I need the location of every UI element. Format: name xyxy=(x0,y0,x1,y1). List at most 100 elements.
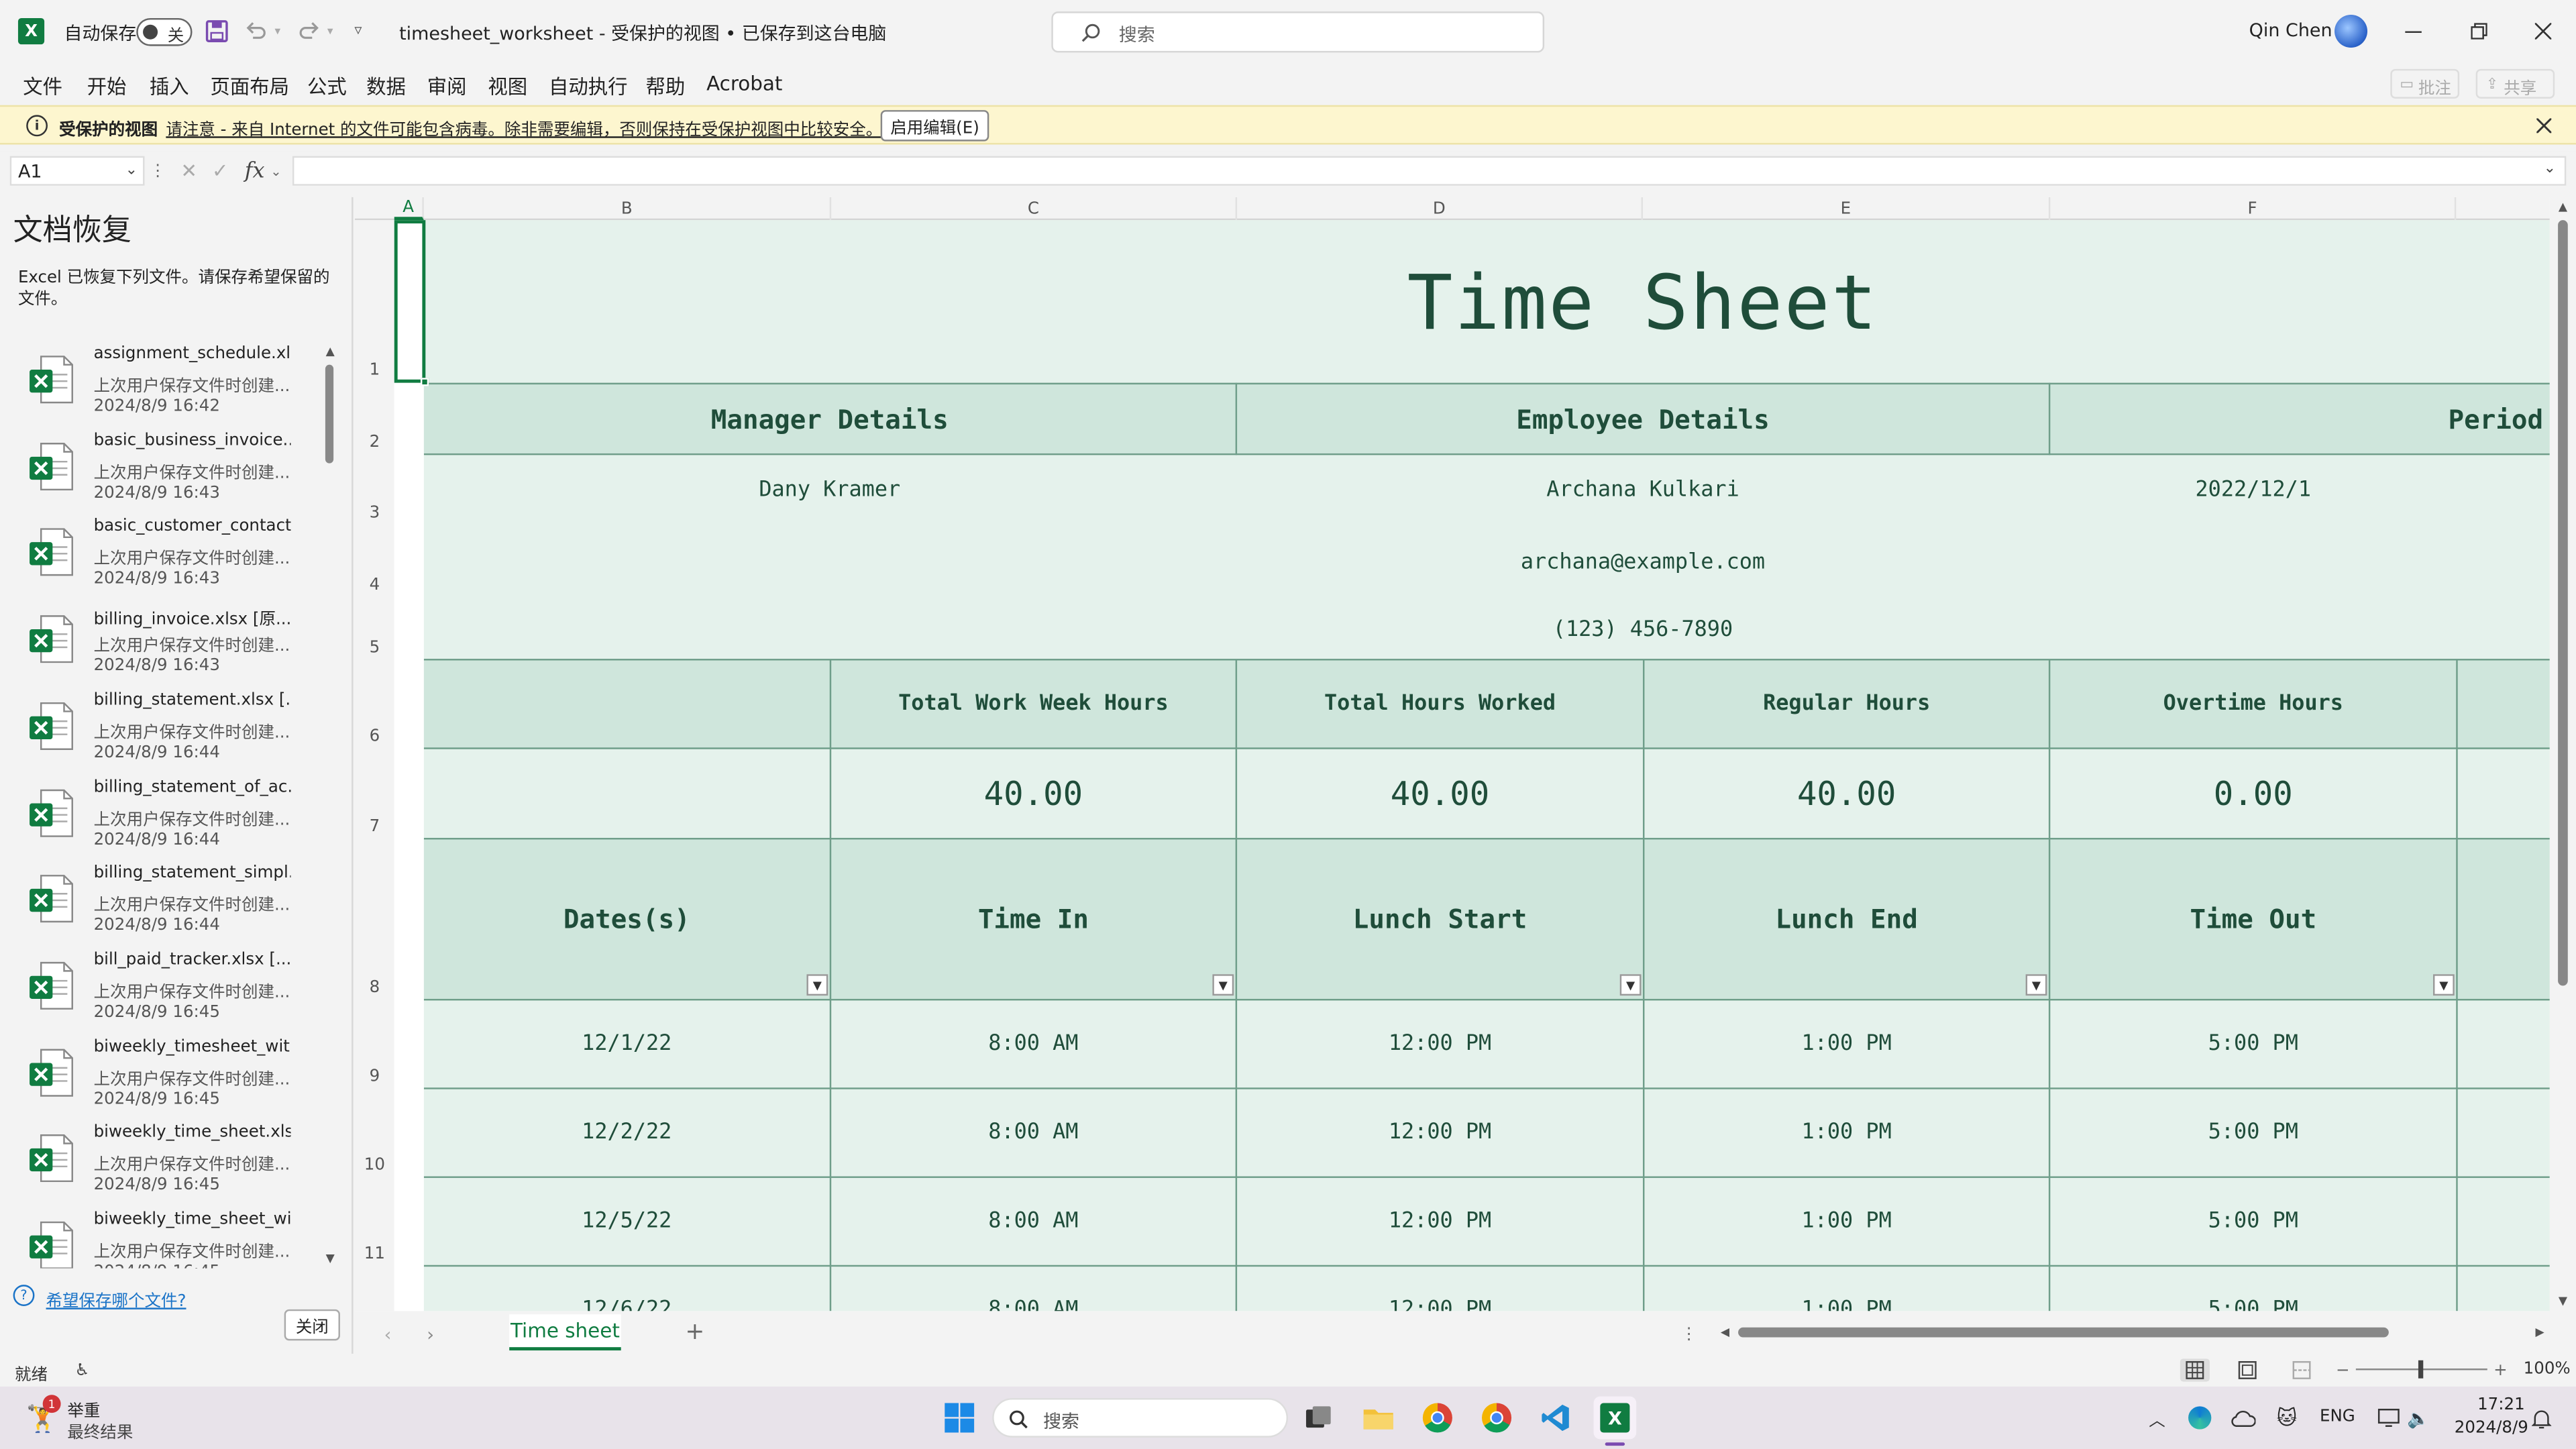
restore-icon[interactable] xyxy=(2464,16,2493,46)
table-cell-time-out[interactable]: 5:00 PM xyxy=(2050,1000,2456,1087)
scrollbar-thumb[interactable] xyxy=(325,364,334,464)
recovery-file-item[interactable]: basic_customer_contact... 上次用户保存文件时创建... 2… xyxy=(0,518,321,605)
summary-value[interactable]: 40.00 xyxy=(1644,749,2048,838)
table-cell-lunch-start[interactable]: 12:00 PM xyxy=(1237,1000,1643,1087)
table-header-time-out[interactable]: Time Out xyxy=(2050,839,2456,999)
scrollbar-thumb[interactable] xyxy=(2558,220,2568,986)
search-input[interactable]: 搜索 xyxy=(1051,11,1545,53)
row-header-6[interactable]: 6 xyxy=(355,660,394,749)
widget-subtitle[interactable]: 最终结果 xyxy=(67,1417,133,1442)
check-icon[interactable]: ✓ xyxy=(209,160,231,182)
name-box[interactable]: A1 ⌄ xyxy=(9,156,145,186)
chrome-icon[interactable] xyxy=(1416,1397,1459,1440)
formula-input[interactable] xyxy=(292,156,2567,186)
column-header-e[interactable]: E xyxy=(1643,197,2051,221)
zoom-level[interactable]: 100% xyxy=(2524,1360,2571,1379)
vscode-icon[interactable] xyxy=(1534,1397,1577,1440)
row-header-11[interactable]: 11 xyxy=(355,1178,394,1267)
taskbar-search-input[interactable]: 搜索 xyxy=(992,1398,1289,1438)
vertical-scrollbar[interactable]: ▲ ▼ xyxy=(2549,197,2576,1311)
summary-header[interactable]: Total Work Week Hours xyxy=(831,660,1235,747)
excel-taskbar-icon[interactable]: X xyxy=(1593,1396,1637,1440)
table-cell-lunch-end[interactable]: 1:00 PM xyxy=(1644,1267,2048,1311)
recovery-file-item[interactable]: assignment_schedule.xl... 上次用户保存文件时创建... 2… xyxy=(0,345,321,432)
manager-details-header[interactable]: Manager Details xyxy=(424,384,1236,453)
table-header-dates[interactable]: Dates(s) xyxy=(424,839,830,999)
row-header-2[interactable]: 2 xyxy=(355,383,394,455)
chevron-right-icon[interactable]: › xyxy=(421,1322,440,1345)
table-cell-lunch-end[interactable]: 1:00 PM xyxy=(1644,1089,2048,1177)
tab-review[interactable]: 审阅 xyxy=(427,72,467,101)
table-cell-lunch-start[interactable]: 12:00 PM xyxy=(1237,1178,1643,1265)
save-icon[interactable] xyxy=(204,18,230,44)
chevron-left-icon[interactable]: ‹ xyxy=(378,1322,397,1345)
protected-view-message[interactable]: 请注意 - 来自 Internet 的文件可能包含病毒。除非需要编辑，否则保持在… xyxy=(166,115,882,140)
language-indicator[interactable]: ENG xyxy=(2320,1408,2355,1426)
close-icon[interactable] xyxy=(2533,115,2553,134)
employee-email[interactable]: archana@example.com xyxy=(1237,526,2049,598)
row-header-8[interactable]: 8 xyxy=(355,839,394,1000)
chevron-down-icon[interactable]: ▾ xyxy=(325,25,335,38)
customize-toolbar-icon[interactable]: ▿ xyxy=(350,21,366,41)
tab-acrobat[interactable]: Acrobat xyxy=(706,72,782,95)
which-file-link[interactable]: 希望保存哪个文件? xyxy=(46,1287,186,1311)
onedrive-icon[interactable] xyxy=(2229,1405,2256,1431)
recovery-file-item[interactable]: billing_statement.xlsx [... 上次用户保存文件时创建..… xyxy=(0,692,321,779)
normal-view-button[interactable] xyxy=(2180,1358,2210,1382)
recovery-file-item[interactable]: billing_statement_simpl... 上次用户保存文件时创建...… xyxy=(0,865,321,952)
table-cell-date[interactable]: 12/2/22 xyxy=(424,1089,830,1177)
page-break-view-icon[interactable] xyxy=(2290,1358,2313,1381)
minimize-icon[interactable] xyxy=(2399,16,2428,46)
table-cell-time-in[interactable]: 8:00 AM xyxy=(831,1178,1235,1265)
recovery-file-item[interactable]: billing_invoice.xlsx [原... 上次用户保存文件时创建...… xyxy=(0,604,321,692)
share-button[interactable]: ⇪ 共享 xyxy=(2475,68,2555,99)
tab-formulas[interactable]: 公式 xyxy=(307,72,347,101)
row-header-10[interactable]: 10 xyxy=(355,1089,394,1178)
user-name[interactable]: Qin Chen xyxy=(2249,19,2332,41)
table-cell-time-in[interactable]: 8:00 AM xyxy=(831,1267,1235,1311)
zoom-slider-thumb[interactable] xyxy=(2418,1360,2424,1379)
table-header-lunch-start[interactable]: Lunch Start xyxy=(1237,839,1643,999)
recovery-file-item[interactable]: basic_business_invoice.... 上次用户保存文件时创建...… xyxy=(0,431,321,519)
table-cell-date[interactable]: 12/5/22 xyxy=(424,1178,830,1265)
redo-icon[interactable] xyxy=(296,18,322,44)
clock-date[interactable]: 2024/8/9 xyxy=(2455,1419,2528,1438)
table-cell-lunch-end[interactable]: 1:00 PM xyxy=(1644,1000,2048,1087)
row-header-1[interactable]: 1 xyxy=(355,220,394,382)
summary-header[interactable]: Regular Hours xyxy=(1644,660,2048,747)
column-header-f[interactable]: F xyxy=(2050,197,2457,221)
volume-icon[interactable]: 🔈 xyxy=(2405,1405,2431,1431)
table-cell-time-out[interactable]: 5:00 PM xyxy=(2050,1178,2456,1265)
period-header[interactable]: Period xyxy=(2050,384,2549,453)
table-cell-time-out[interactable]: 5:00 PM xyxy=(2050,1267,2456,1311)
page-layout-view-icon[interactable] xyxy=(2236,1358,2259,1381)
column-header-d[interactable]: D xyxy=(1237,197,1643,221)
tab-automate[interactable]: 自动执行 xyxy=(549,72,628,101)
sheet-tab-time-sheet[interactable]: Time sheet xyxy=(509,1314,621,1351)
tab-page-layout[interactable]: 页面布局 xyxy=(210,72,289,101)
table-cell-lunch-start[interactable]: 12:00 PM xyxy=(1237,1089,1643,1177)
scrollbar-thumb[interactable] xyxy=(1738,1327,2389,1338)
summary-header[interactable]: Total Hours Worked xyxy=(1237,660,1643,747)
scroll-up-icon[interactable]: ▲ xyxy=(323,345,337,358)
table-header-lunch-end[interactable]: Lunch End xyxy=(1644,839,2048,999)
windows-start-icon[interactable] xyxy=(943,1401,976,1434)
table-cell-time-out[interactable]: 5:00 PM xyxy=(2050,1089,2456,1177)
table-cell-lunch-end[interactable]: 1:00 PM xyxy=(1644,1178,2048,1265)
column-header-b[interactable]: B xyxy=(424,197,832,221)
zoom-slider[interactable] xyxy=(2355,1360,2487,1379)
tab-file[interactable]: 文件 xyxy=(23,72,62,101)
recovery-scrollbar[interactable]: ▲ ▼ xyxy=(323,345,337,1265)
task-view-icon[interactable] xyxy=(1298,1397,1341,1440)
employee-phone[interactable]: (123) 456-7890 xyxy=(1237,598,2049,660)
chevron-down-icon[interactable]: ▾ xyxy=(273,25,283,38)
tab-data[interactable]: 数据 xyxy=(366,72,406,101)
column-header-a[interactable]: A xyxy=(394,197,424,221)
network-icon[interactable] xyxy=(2375,1405,2402,1431)
sheet-title[interactable]: Time Sheet xyxy=(1237,220,2049,382)
table-cell-date[interactable]: 12/1/22 xyxy=(424,1000,830,1087)
employee-details-header[interactable]: Employee Details xyxy=(1237,384,2049,453)
chevron-down-icon[interactable]: ⌄ xyxy=(838,23,854,39)
chrome-profile-icon[interactable] xyxy=(1475,1397,1518,1440)
zoom-in-icon[interactable]: + xyxy=(2492,1358,2508,1381)
